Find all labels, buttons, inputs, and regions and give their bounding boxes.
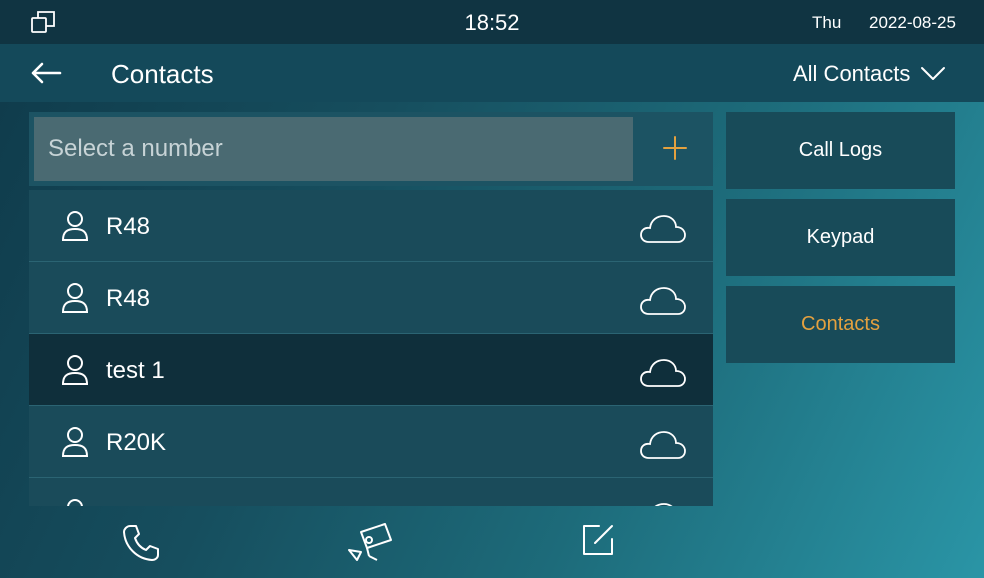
header: Contacts All Contacts bbox=[0, 44, 984, 102]
day-label: Thu bbox=[812, 13, 842, 32]
back-arrow-icon[interactable] bbox=[30, 61, 62, 85]
keypad-button[interactable]: Keypad bbox=[726, 199, 955, 276]
list-item[interactable]: R48 bbox=[29, 262, 713, 334]
cloud-icon bbox=[640, 287, 686, 315]
page-title: Contacts bbox=[111, 59, 214, 89]
search-input[interactable] bbox=[34, 117, 633, 181]
contact-name: R20K bbox=[106, 429, 167, 456]
search-row bbox=[29, 112, 713, 186]
cloud-icon bbox=[640, 431, 686, 459]
contact-name: R48 bbox=[106, 213, 151, 240]
cloud-icon bbox=[640, 359, 686, 387]
contacts-label: Contacts bbox=[801, 313, 880, 335]
contact-name: R48 bbox=[106, 285, 151, 312]
status-bar: 18:52 Thu 2022-08-25 bbox=[0, 0, 984, 44]
list-item-selected[interactable]: test 1 bbox=[29, 334, 713, 406]
person-icon bbox=[67, 499, 83, 506]
bottom-nav bbox=[0, 506, 984, 578]
camera-icon[interactable] bbox=[347, 522, 393, 562]
plus-icon[interactable] bbox=[661, 134, 689, 162]
contacts-button[interactable]: Contacts bbox=[726, 286, 955, 363]
contact-list[interactable]: R48 R48 test 1 R20K bbox=[29, 190, 713, 506]
person-icon bbox=[61, 211, 89, 241]
list-item[interactable]: R48 bbox=[29, 190, 713, 262]
chevron-down-icon bbox=[921, 67, 946, 80]
keypad-label: Keypad bbox=[806, 226, 875, 248]
person-icon bbox=[61, 427, 89, 457]
cloud-icon bbox=[640, 215, 686, 243]
phone-icon[interactable] bbox=[122, 524, 160, 562]
call-logs-label: Call Logs bbox=[798, 139, 883, 161]
list-item[interactable]: R20K bbox=[29, 406, 713, 478]
contact-name: test 1 bbox=[106, 357, 165, 384]
contacts-filter-dropdown[interactable]: All Contacts bbox=[793, 61, 946, 87]
person-icon bbox=[61, 355, 89, 385]
list-item[interactable] bbox=[29, 478, 713, 506]
edit-icon[interactable] bbox=[581, 523, 615, 557]
date-label: 2022-08-25 bbox=[869, 13, 956, 32]
filter-label: All Contacts bbox=[793, 61, 911, 86]
person-icon bbox=[61, 283, 89, 313]
call-logs-button[interactable]: Call Logs bbox=[726, 112, 955, 189]
